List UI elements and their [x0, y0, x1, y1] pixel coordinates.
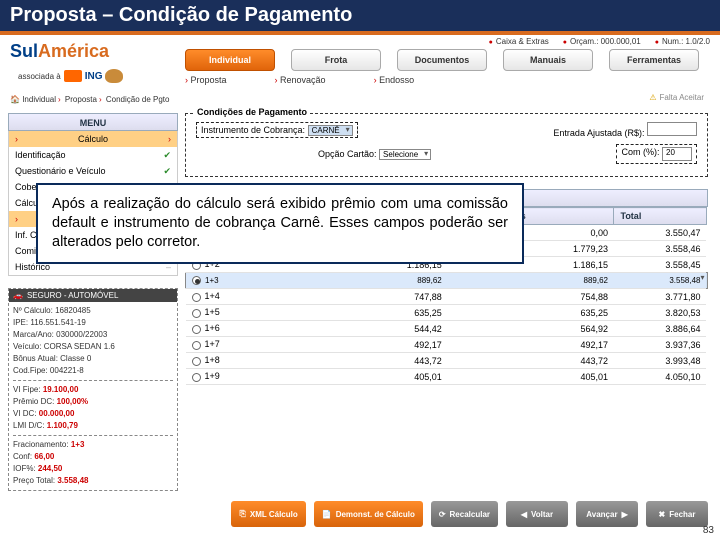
- logo-part-1: Sul: [10, 41, 38, 61]
- alert-banner: Falta Aceitar: [649, 93, 704, 102]
- subtab-proposta[interactable]: Proposta: [185, 75, 227, 85]
- vehicle-header-text: SEGURO - AUTOMÓVEL: [27, 291, 118, 300]
- top-info-bar: Caixa & Extras Orçam.: 000.000,01 Num.: …: [489, 37, 710, 46]
- table-row[interactable]: 1+5635,25635,253.820,53: [186, 305, 708, 321]
- bottom-action-bar: ⎘XML Cálculo 📄Demonst. de Cálculo ⟳Recal…: [185, 501, 708, 527]
- tab-documentos[interactable]: Documentos: [397, 49, 487, 71]
- radio-icon[interactable]: [192, 276, 201, 285]
- tab-individual[interactable]: Individual: [185, 49, 275, 71]
- recalcular-button[interactable]: ⟳Recalcular: [431, 501, 498, 527]
- instruction-callout: Após a realização do cálculo será exibid…: [36, 183, 524, 264]
- table-row[interactable]: 1+6544,42564,923.886,64: [186, 321, 708, 337]
- cond-pagamento-fieldset: Condições de Pagamento Instrumento de Co…: [185, 113, 708, 177]
- bc-0[interactable]: Individual: [22, 95, 56, 104]
- entrada-input[interactable]: [647, 122, 697, 136]
- xml-icon: ⎘: [239, 509, 245, 519]
- ing-text: ING: [85, 71, 103, 82]
- table-row[interactable]: 1+7492,17492,173.937,36: [186, 337, 708, 353]
- vehicle-summary: 🚗 SEGURO - AUTOMÓVEL Nº Cálculo: 16820485…: [8, 288, 178, 491]
- fieldset-legend: Condições de Pagamento: [194, 107, 310, 117]
- radio-icon[interactable]: [192, 309, 201, 318]
- tab-frota[interactable]: Frota: [291, 49, 381, 71]
- voltar-button[interactable]: ◀Voltar: [506, 501, 568, 527]
- menu-item[interactable]: Questionário e Veículo✔: [9, 163, 177, 179]
- vehicle-body: Nº Cálculo: 16820485IPE: 116.551.541-19M…: [9, 302, 177, 490]
- logo-associada: associada à: [18, 72, 61, 81]
- radio-icon[interactable]: [192, 293, 201, 302]
- forward-icon: ▶: [622, 510, 628, 519]
- lion-icon: [105, 69, 123, 83]
- tab-ferramentas[interactable]: Ferramentas: [609, 49, 699, 71]
- fechar-button[interactable]: ✖Fechar: [646, 501, 708, 527]
- left-column: MENU › Cálculo›Identificação✔Questionári…: [8, 113, 178, 491]
- demonstrativo-button[interactable]: 📄Demonst. de Cálculo: [314, 501, 423, 527]
- refresh-icon: ⟳: [439, 510, 446, 519]
- main-tabs: Individual Frota Documentos Manuais Ferr…: [185, 49, 699, 71]
- radio-icon[interactable]: [192, 357, 201, 366]
- instrumento-label: Instrumento de Cobrança:: [201, 125, 305, 135]
- subtab-renovacao[interactable]: Renovação: [275, 75, 326, 85]
- app-frame: Caixa & Extras Orçam.: 000.000,01 Num.: …: [0, 35, 720, 531]
- logo-ing: associada à ING: [18, 69, 123, 83]
- slide-title: Proposta – Condição de Pagamento: [0, 0, 720, 35]
- menu-header: MENU: [8, 113, 178, 131]
- top-info-c: Num.: 1.0/2.0: [655, 37, 710, 46]
- radio-icon[interactable]: [192, 373, 201, 382]
- car-icon: 🚗: [13, 291, 23, 300]
- column-header: Total: [614, 208, 706, 225]
- doc-icon: 📄: [322, 510, 332, 519]
- vehicle-summary-header: 🚗 SEGURO - AUTOMÓVEL: [9, 289, 177, 302]
- top-info-b: Orçam.: 000.000,01: [563, 37, 641, 46]
- logo-part-2: América: [38, 41, 109, 61]
- top-info-a: Caixa & Extras: [489, 37, 549, 46]
- opcao-cartao-label: Opção Cartão:: [318, 149, 377, 159]
- menu-item[interactable]: Identificação✔: [9, 147, 177, 163]
- xml-calculo-button[interactable]: ⎘XML Cálculo: [231, 501, 305, 527]
- menu-item[interactable]: › Cálculo›: [9, 131, 177, 147]
- bc-2: Condição de Pgto: [106, 95, 170, 104]
- sub-tabs: Proposta Renovação Endosso: [185, 75, 414, 85]
- ing-icon: [64, 70, 82, 82]
- subtab-endosso[interactable]: Endosso: [374, 75, 415, 85]
- back-icon: ◀: [521, 510, 527, 519]
- comissao-input[interactable]: 20: [662, 147, 692, 161]
- entrada-label: Entrada Ajustada (R$):: [553, 128, 644, 138]
- comissao-label: Com (%):: [621, 147, 659, 157]
- logo-sulamerica: SulAmérica: [10, 41, 109, 62]
- table-row[interactable]: 1+9405,01405,014.050,10: [186, 369, 708, 385]
- opcao-cartao-select[interactable]: Selecione: [379, 149, 431, 160]
- main-panel: Condições de Pagamento Instrumento de Co…: [185, 113, 708, 495]
- table-row[interactable]: 1+8443,72443,723.993,48: [186, 353, 708, 369]
- page-number: 83: [703, 525, 714, 536]
- table-row[interactable]: 1+4747,88754,883.771,80: [186, 289, 708, 305]
- instrumento-select[interactable]: CARNÊ: [308, 125, 353, 136]
- radio-icon[interactable]: [192, 341, 201, 350]
- table-row[interactable]: 1+3889,62889,623.558,48: [186, 273, 708, 289]
- radio-icon[interactable]: [192, 325, 201, 334]
- tab-manuais[interactable]: Manuais: [503, 49, 593, 71]
- close-icon: ✖: [659, 510, 666, 519]
- breadcrumb: 🏠 Individual› Proposta› Condição de Pgto: [10, 95, 169, 104]
- avancar-button[interactable]: Avançar▶: [576, 501, 638, 527]
- bc-1[interactable]: Proposta: [65, 95, 97, 104]
